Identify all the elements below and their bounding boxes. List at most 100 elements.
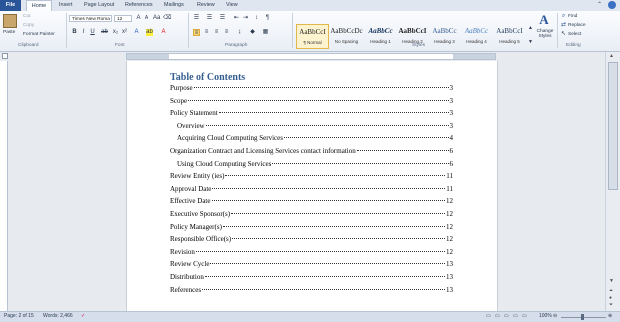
- toc-entry[interactable]: Scope 3: [170, 97, 453, 107]
- toc-entry[interactable]: Effective Date 12: [170, 197, 453, 207]
- find-button[interactable]: Find: [568, 14, 577, 19]
- copy-button[interactable]: Copy: [23, 23, 34, 28]
- change-styles-icon[interactable]: A: [537, 13, 551, 27]
- tab-mailings[interactable]: Mailings: [164, 0, 184, 11]
- select-button[interactable]: Select: [568, 32, 581, 37]
- toc-entry[interactable]: References 13: [170, 286, 453, 296]
- numbering-icon[interactable]: ☰: [206, 15, 213, 22]
- style-heading-4[interactable]: AaBbCc Heading 4: [460, 24, 493, 49]
- tab-review[interactable]: Review: [197, 0, 215, 11]
- zoom-out-icon[interactable]: ⊖: [553, 313, 557, 319]
- tab-insert[interactable]: Insert: [59, 0, 72, 11]
- font-color-icon[interactable]: A: [160, 29, 167, 36]
- text-effects-icon[interactable]: A: [133, 29, 140, 36]
- styles-more-icon[interactable]: ▼: [527, 39, 534, 46]
- toc-entry[interactable]: Revision 12: [170, 248, 453, 258]
- font-size-combo[interactable]: 12: [114, 15, 132, 22]
- replace-icon[interactable]: ⇄: [560, 22, 567, 29]
- scroll-down-icon[interactable]: ▼: [609, 278, 614, 284]
- subscript-icon[interactable]: x₂: [112, 29, 119, 36]
- style-name: Heading 5: [499, 39, 520, 44]
- change-styles-button[interactable]: Change Styles: [533, 29, 557, 39]
- previous-page-icon[interactable]: ⏶: [609, 288, 613, 294]
- view-outline-icon[interactable]: ▭: [513, 313, 518, 319]
- cut-button[interactable]: Cut: [23, 14, 30, 19]
- multilevel-list-icon[interactable]: ☰: [219, 15, 226, 22]
- toc-entry[interactable]: Responsible Office(s) 12: [170, 235, 453, 245]
- proofing-icon[interactable]: ✓: [81, 313, 85, 319]
- find-icon[interactable]: ⌕: [560, 13, 567, 20]
- style-heading-1[interactable]: AaBbCc Heading 1: [364, 24, 397, 49]
- replace-button[interactable]: Replace: [568, 23, 586, 28]
- font-name-combo[interactable]: Times New Roma: [69, 15, 112, 22]
- superscript-icon[interactable]: x²: [121, 29, 128, 36]
- horizontal-ruler[interactable]: [126, 53, 496, 60]
- change-case-icon[interactable]: Aa: [153, 15, 160, 22]
- shrink-font-icon[interactable]: A: [143, 15, 150, 22]
- italic-icon[interactable]: I: [80, 29, 87, 36]
- zoom-in-icon[interactable]: ⊕: [608, 313, 612, 319]
- decrease-indent-icon[interactable]: ⇤: [233, 15, 240, 22]
- scroll-thumb[interactable]: [608, 62, 618, 190]
- sort-icon[interactable]: ↕: [253, 15, 260, 22]
- zoom-level[interactable]: 100%: [539, 313, 552, 319]
- align-left-icon[interactable]: ≡: [193, 29, 200, 36]
- vertical-ruler[interactable]: [0, 61, 8, 311]
- page-count[interactable]: Page: 2 of 15: [4, 313, 34, 319]
- help-icon[interactable]: [608, 1, 616, 9]
- show-marks-icon[interactable]: ¶: [264, 15, 271, 22]
- strikethrough-icon[interactable]: ab: [101, 29, 108, 36]
- increase-indent-icon[interactable]: ⇥: [242, 15, 249, 22]
- align-center-icon[interactable]: ≡: [203, 29, 210, 36]
- scroll-up-icon[interactable]: ▲: [609, 53, 614, 59]
- line-spacing-icon[interactable]: ↨: [236, 29, 243, 36]
- view-print-layout-icon[interactable]: ▭: [486, 313, 491, 319]
- highlight-icon[interactable]: ab: [146, 29, 153, 36]
- view-full-screen-icon[interactable]: ▭: [495, 313, 500, 319]
- underline-icon[interactable]: U: [89, 29, 96, 36]
- tab-view[interactable]: View: [226, 0, 238, 11]
- toc-entry[interactable]: Policy Manager(s) 12: [170, 223, 453, 233]
- align-right-icon[interactable]: ≡: [213, 29, 220, 36]
- shading-icon[interactable]: ◆: [249, 29, 256, 36]
- toc-entry[interactable]: Distribution 13: [170, 273, 453, 283]
- toc-entry[interactable]: Executive Sponsor(s) 12: [170, 210, 453, 220]
- borders-icon[interactable]: ▦: [262, 29, 269, 36]
- style-heading-5[interactable]: AaBbCcI Heading 5: [493, 24, 526, 49]
- grow-font-icon[interactable]: A: [135, 15, 142, 22]
- view-draft-icon[interactable]: ▭: [522, 313, 527, 319]
- bold-icon[interactable]: B: [71, 29, 78, 36]
- tab-selector-icon[interactable]: [2, 53, 8, 59]
- zoom-slider-thumb[interactable]: [581, 314, 584, 320]
- tab-file[interactable]: File: [0, 0, 21, 11]
- view-web-layout-icon[interactable]: ▭: [504, 313, 509, 319]
- select-icon[interactable]: ↖: [560, 31, 567, 38]
- style-heading-3[interactable]: AaBbCc Heading 3: [428, 24, 461, 49]
- tab-references[interactable]: References: [125, 0, 153, 11]
- toc-entry[interactable]: Overview 3: [177, 122, 453, 132]
- toc-entry[interactable]: Policy Statement 3: [170, 109, 453, 119]
- style-no-spacing[interactable]: AaBbCcDc No Spacing: [330, 24, 363, 49]
- style-normal[interactable]: AaBbCcI ¶ Normal: [296, 24, 329, 49]
- toc-entry[interactable]: Approval Date 11: [170, 185, 453, 195]
- bullets-icon[interactable]: ☰: [193, 15, 200, 22]
- toc-entry[interactable]: Organization Contract and Licensing Serv…: [170, 147, 453, 157]
- next-page-icon[interactable]: ⏷: [609, 302, 613, 308]
- paste-button[interactable]: Paste: [3, 30, 15, 35]
- justify-icon[interactable]: ≡: [223, 29, 230, 36]
- toc-entry[interactable]: Review Entity (ies) 11: [170, 172, 453, 182]
- format-painter-button[interactable]: Format Painter: [23, 32, 55, 37]
- tab-page-layout[interactable]: Page Layout: [84, 0, 114, 11]
- toc-entry[interactable]: Purpose 3: [170, 84, 453, 94]
- toc-entry[interactable]: Using Cloud Computing Services 6: [177, 160, 453, 170]
- browse-object-icon[interactable]: ●: [609, 295, 612, 301]
- toc-entry[interactable]: Review Cycle 13: [170, 260, 453, 270]
- paste-icon[interactable]: [3, 14, 17, 28]
- style-preview: AaBbCc: [368, 27, 393, 35]
- toc-entry[interactable]: Acquiring Cloud Computing Services 4: [177, 134, 453, 144]
- clear-formatting-icon[interactable]: ⌫: [163, 15, 171, 22]
- vertical-scrollbar[interactable]: ▲ ▼ ⏶ ● ⏷: [605, 52, 620, 311]
- word-count[interactable]: Words: 2,466: [43, 313, 73, 319]
- ribbon-minimize-icon[interactable]: ⌃: [597, 1, 602, 8]
- toc-leader-dots: [222, 225, 445, 227]
